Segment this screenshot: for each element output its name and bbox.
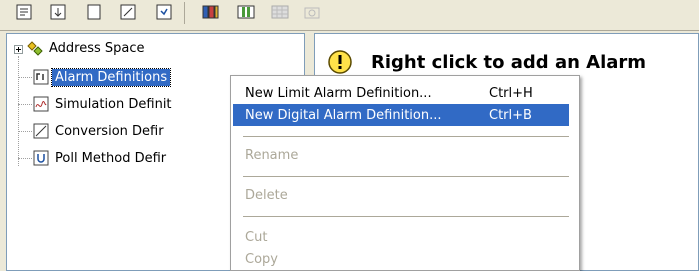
export-icon[interactable]	[48, 2, 68, 22]
tree-connector	[18, 158, 32, 159]
menu-item-copy[interactable]: Copy	[233, 248, 569, 270]
menu-item-delete[interactable]: Delete	[233, 184, 569, 206]
toolbar-separator	[184, 2, 185, 24]
menu-item-new-limit-alarm[interactable]: New Limit Alarm Definition... Ctrl+H	[233, 82, 569, 104]
menu-item-new-digital-alarm[interactable]: New Digital Alarm Definition... Ctrl+B	[233, 104, 569, 126]
new-icon[interactable]	[84, 2, 104, 22]
tree-node-label: Alarm Definitions	[50, 67, 172, 87]
address-space-icon	[27, 40, 43, 56]
tree-node-address-space[interactable]: Address Space	[27, 38, 148, 58]
columns-icon[interactable]	[236, 2, 256, 22]
tree-node-label: Simulation Definit	[55, 96, 172, 112]
menu-separator	[243, 176, 569, 177]
tree-connector	[18, 56, 19, 166]
menu-separator	[243, 216, 569, 217]
exclamation-icon	[327, 49, 353, 75]
menu-item-label: Copy	[245, 251, 278, 267]
menu-item-shortcut: Ctrl+H	[489, 85, 533, 101]
disabled-grid-icon	[270, 2, 290, 22]
menu-item-shortcut: Ctrl+B	[489, 107, 532, 123]
disabled-camera-icon	[302, 2, 322, 22]
tree-node-simulation-definitions[interactable]: Simulation Definit	[33, 94, 175, 114]
properties-icon[interactable]	[154, 2, 174, 22]
tree-node-poll-method-definitions[interactable]: Poll Method Defir	[33, 148, 169, 168]
alarm-definitions-icon	[33, 69, 49, 85]
poll-method-definitions-icon	[33, 150, 49, 166]
hint-message: Right click to add an Alarm	[371, 52, 647, 73]
library-icon[interactable]	[200, 2, 220, 22]
tree-node-alarm-definitions[interactable]: Alarm Definitions	[33, 67, 172, 87]
menu-item-label: Rename	[245, 147, 299, 163]
menu-item-label: Delete	[245, 187, 288, 203]
menu-item-rename[interactable]: Rename	[233, 144, 569, 166]
menu-item-cut[interactable]: Cut	[233, 226, 569, 248]
toolbar	[0, 0, 699, 31]
report-icon[interactable]	[14, 2, 34, 22]
edit-icon[interactable]	[118, 2, 138, 22]
tree-connector	[18, 131, 32, 132]
menu-separator	[243, 136, 569, 137]
tree-connector	[18, 77, 32, 78]
conversion-definitions-icon	[33, 123, 49, 139]
menu-item-label: New Limit Alarm Definition...	[245, 85, 432, 101]
menu-item-label: New Digital Alarm Definition...	[245, 107, 442, 123]
context-menu: New Limit Alarm Definition... Ctrl+H New…	[230, 75, 580, 271]
tree-connector	[18, 104, 32, 105]
tree-node-label: Address Space	[49, 40, 145, 56]
simulation-definitions-icon	[33, 96, 49, 112]
menu-item-label: Cut	[245, 229, 268, 245]
tree-node-conversion-definitions[interactable]: Conversion Defir	[33, 121, 167, 141]
tree-node-label: Poll Method Defir	[55, 150, 167, 166]
tree-expander[interactable]	[14, 45, 23, 54]
tree-node-label: Conversion Defir	[55, 123, 164, 139]
